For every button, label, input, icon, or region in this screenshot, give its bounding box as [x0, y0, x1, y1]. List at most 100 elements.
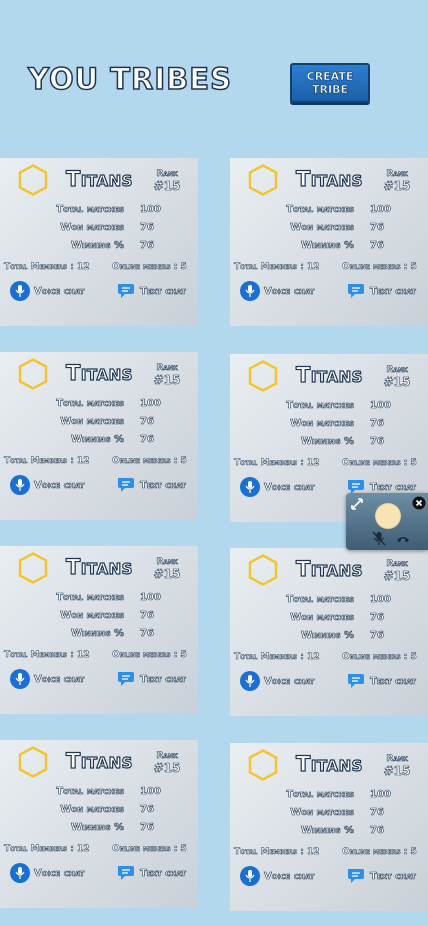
tribe-card[interactable]: Titans Rank #15 Total matches 100 Won matches… [230, 158, 428, 326]
tribe-card[interactable]: Titans Rank #15 Total matches 100 Won matches… [230, 743, 428, 911]
tribe-card[interactable]: Titans Rank #15 Total matches 100 Won matches… [0, 158, 198, 326]
rank-value: #15 [153, 567, 181, 581]
tribe-card[interactable]: Titans Rank #15 Total matches 100 Won matches… [0, 352, 198, 520]
text-chat-button[interactable]: Text chat [116, 280, 186, 302]
total-matches-value: 100 [370, 204, 391, 216]
hexagon-icon [18, 746, 48, 778]
tribe-name: Titans [295, 166, 363, 191]
chat-bubble-icon [116, 475, 136, 495]
voice-chat-label: Voice chat [34, 867, 85, 879]
chat-bubble-icon [346, 866, 366, 886]
total-matches-label: Total matches [286, 789, 354, 801]
online-members: Online mebers : 5 [112, 650, 187, 661]
total-matches-label: Total matches [286, 204, 354, 216]
tribe-rank: Rank #15 [382, 169, 412, 193]
winning-pct-value: 76 [140, 628, 155, 640]
total-matches-label: Total matches [56, 786, 124, 798]
chat-bubble-icon [346, 281, 366, 301]
tribe-rank: Rank #15 [152, 751, 182, 775]
winning-pct-label: Winning % [300, 240, 355, 252]
microphone-icon [10, 669, 30, 689]
text-chat-button[interactable]: Text chat [346, 865, 416, 887]
voice-chat-label: Voice chat [264, 675, 315, 687]
voice-chat-button[interactable]: Voice chat [10, 474, 85, 496]
won-matches-value: 76 [140, 416, 155, 428]
won-matches-label: Won matches [60, 804, 124, 816]
winning-pct-row: Winning % 76 [0, 628, 198, 642]
voice-chat-button[interactable]: Voice chat [10, 862, 85, 884]
online-members: Online mebers : 5 [342, 262, 417, 273]
total-matches-value: 100 [140, 204, 161, 216]
winning-pct-row: Winning % 76 [230, 825, 428, 839]
text-chat-button[interactable]: Text chat [116, 668, 186, 690]
voice-chat-button[interactable]: Voice chat [10, 280, 85, 302]
total-members: Total Members : 12 [4, 456, 90, 467]
text-chat-button[interactable]: Text chat [346, 280, 416, 302]
rank-value: #15 [153, 179, 181, 193]
tribe-card[interactable]: Titans Rank #15 Total matches 100 Won matches… [0, 740, 198, 908]
hang-up-icon[interactable] [396, 534, 410, 544]
winning-pct-label: Winning % [70, 240, 125, 252]
won-matches-value: 76 [370, 807, 385, 819]
won-matches-value: 76 [140, 804, 155, 816]
tribe-name: Titans [295, 362, 363, 387]
voice-chat-button[interactable]: Voice chat [240, 670, 315, 692]
online-members: Online mebers : 5 [112, 262, 187, 273]
tribe-card[interactable]: Titans Rank #15 Total matches 100 Won matches… [230, 548, 428, 716]
winning-pct-label: Winning % [70, 628, 125, 640]
microphone-icon [240, 671, 260, 691]
total-matches-row: Total matches 100 [0, 398, 198, 412]
tribe-name: Titans [65, 748, 133, 773]
microphone-icon [10, 281, 30, 301]
winning-pct-value: 76 [370, 436, 385, 448]
online-members: Online mebers : 5 [342, 847, 417, 858]
close-icon[interactable] [412, 496, 426, 510]
total-members: Total Members : 12 [234, 847, 320, 858]
voice-chat-button[interactable]: Voice chat [240, 280, 315, 302]
winning-pct-value: 76 [140, 822, 155, 834]
tribe-rank: Rank #15 [152, 169, 182, 193]
text-chat-label: Text chat [140, 479, 187, 491]
total-matches-value: 100 [370, 594, 391, 606]
microphone-icon [10, 475, 30, 495]
text-chat-label: Text chat [140, 673, 187, 685]
total-matches-row: Total matches 100 [0, 592, 198, 606]
total-matches-value: 100 [370, 400, 391, 412]
chat-bubble-icon [116, 281, 136, 301]
create-tribe-button[interactable]: Create tribe [290, 63, 370, 103]
total-matches-label: Total matches [286, 400, 354, 412]
mic-off-icon[interactable] [372, 531, 386, 546]
hexagon-icon [18, 552, 48, 584]
winning-pct-value: 76 [370, 240, 385, 252]
text-chat-label: Text chat [370, 285, 417, 297]
winning-pct-label: Winning % [300, 630, 355, 642]
text-chat-button[interactable]: Text chat [116, 474, 186, 496]
total-members: Total Members : 12 [234, 262, 320, 273]
floating-call-widget[interactable] [346, 493, 428, 550]
voice-chat-button[interactable]: Voice chat [10, 668, 85, 690]
voice-chat-button[interactable]: Voice chat [240, 476, 315, 498]
tribe-rank: Rank #15 [152, 557, 182, 581]
hexagon-icon [248, 554, 278, 586]
tribe-rank: Rank #15 [152, 363, 182, 387]
won-matches-row: Won matches 76 [0, 416, 198, 430]
text-chat-label: Text chat [140, 867, 187, 879]
won-matches-value: 76 [370, 222, 385, 234]
expand-icon[interactable] [350, 497, 364, 511]
tribe-card[interactable]: Titans Rank #15 Total matches 100 Won matches… [0, 546, 198, 714]
winning-pct-value: 76 [370, 630, 385, 642]
total-members: Total Members : 12 [234, 652, 320, 663]
tribe-name: Titans [65, 166, 133, 191]
text-chat-button[interactable]: Text chat [116, 862, 186, 884]
text-chat-button[interactable]: Text chat [346, 670, 416, 692]
voice-chat-button[interactable]: Voice chat [240, 865, 315, 887]
voice-chat-label: Voice chat [264, 481, 315, 493]
won-matches-row: Won matches 76 [0, 610, 198, 624]
won-matches-row: Won matches 76 [0, 222, 198, 236]
won-matches-row: Won matches 76 [230, 807, 428, 821]
chat-bubble-icon [346, 671, 366, 691]
won-matches-value: 76 [370, 418, 385, 430]
won-matches-label: Won matches [290, 222, 354, 234]
microphone-icon [240, 281, 260, 301]
online-members: Online mebers : 5 [112, 456, 187, 467]
